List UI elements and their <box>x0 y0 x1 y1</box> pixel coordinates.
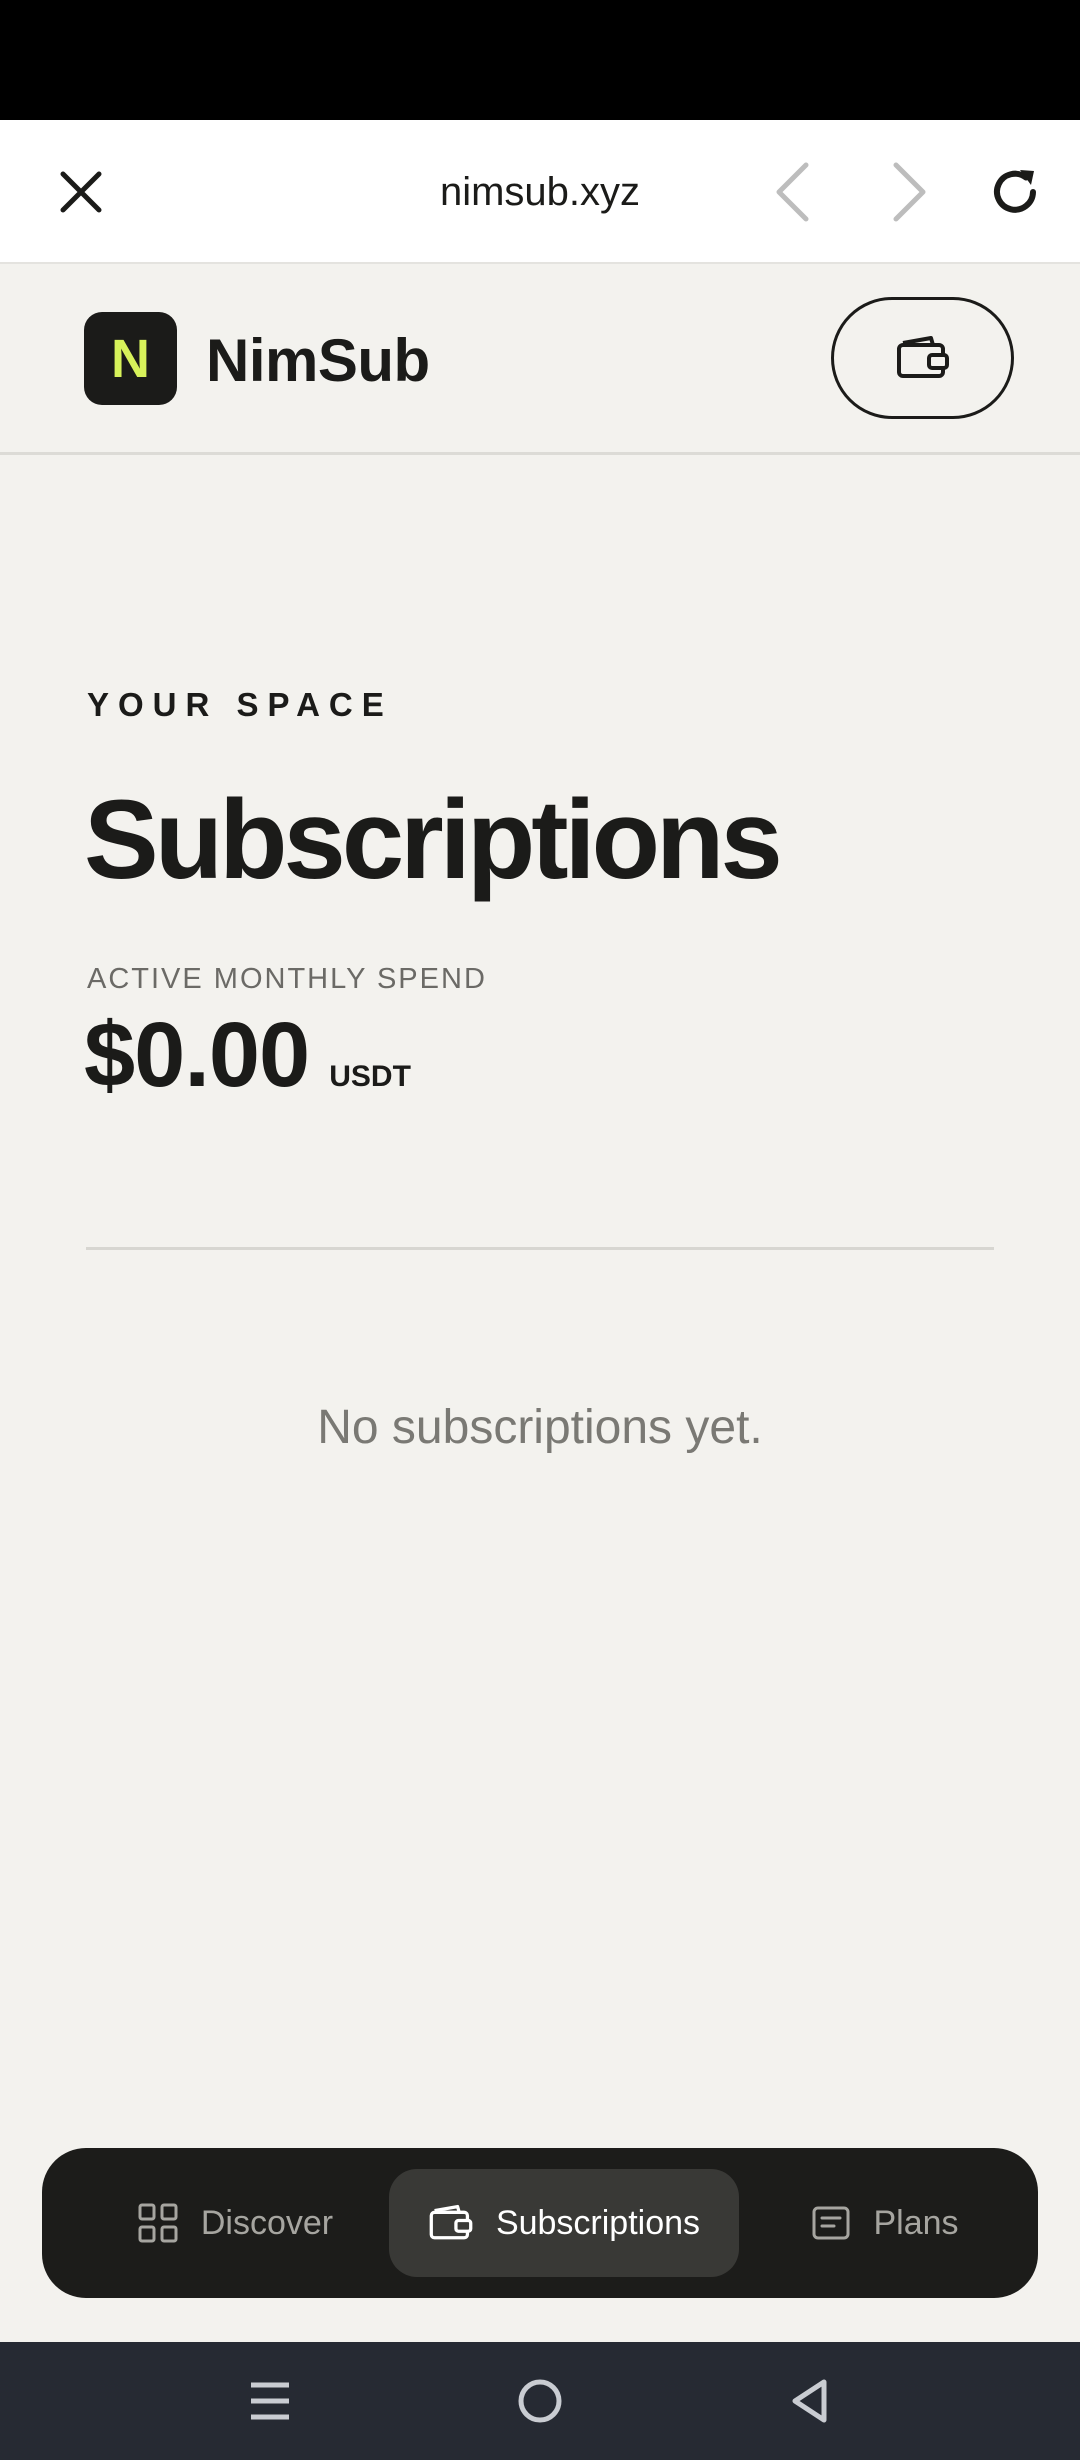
back-triangle-icon <box>792 2379 827 2423</box>
wallet-icon <box>429 2204 473 2240</box>
close-tab-button[interactable] <box>26 120 136 264</box>
nav-item-label: Plans <box>873 2203 959 2242</box>
section-eyebrow: YOUR SPACE <box>87 686 393 723</box>
document-icon <box>812 2206 850 2240</box>
nav-item-plans[interactable]: Plans <box>762 2169 1008 2277</box>
menu-icon <box>251 2382 289 2420</box>
nav-item-label: Subscriptions <box>495 2203 701 2242</box>
spend-label: ACTIVE MONTHLY SPEND <box>87 963 487 995</box>
spend-currency: USDT <box>329 1060 411 1093</box>
browser-back-button[interactable] <box>737 120 847 264</box>
status-bar <box>0 0 1080 120</box>
divider <box>86 1247 994 1250</box>
chevron-right-icon <box>893 162 926 222</box>
bottom-nav: Discover Subscriptions Plans <box>42 2148 1038 2298</box>
empty-state-message: No subscriptions yet. <box>317 1401 763 1454</box>
reload-icon <box>994 170 1036 213</box>
system-navigation-bar <box>0 2342 1080 2460</box>
home-circle-icon <box>518 2379 562 2423</box>
close-icon <box>60 171 102 213</box>
system-home-button[interactable] <box>480 2342 600 2460</box>
browser-toolbar: nimsub.xyz <box>0 120 1080 264</box>
screen: nimsub.xyz N NimSub YOUR SPACE Subscript… <box>0 0 1080 2460</box>
system-recents-button[interactable] <box>210 2342 330 2460</box>
app-header: N NimSub <box>0 264 1080 455</box>
wallet-icon <box>896 336 949 378</box>
browser-forward-button[interactable] <box>855 120 965 264</box>
brand-name[interactable]: NimSub <box>206 314 430 407</box>
spend-summary: $0.00 USDT <box>84 1005 411 1105</box>
wallet-button[interactable] <box>831 297 1014 419</box>
spend-amount: $0.00 <box>84 1004 310 1106</box>
reload-button[interactable] <box>960 120 1070 264</box>
nav-item-discover[interactable]: Discover <box>72 2169 398 2277</box>
chevron-left-icon <box>776 162 809 222</box>
page-title: Subscriptions <box>84 777 783 902</box>
system-back-button[interactable] <box>750 2342 870 2460</box>
nav-item-subscriptions[interactable]: Subscriptions <box>389 2169 739 2277</box>
nav-item-label: Discover <box>200 2203 334 2242</box>
brand-logo[interactable]: N <box>84 312 177 405</box>
grid-icon <box>138 2203 178 2243</box>
url-display[interactable]: nimsub.xyz <box>300 120 780 264</box>
